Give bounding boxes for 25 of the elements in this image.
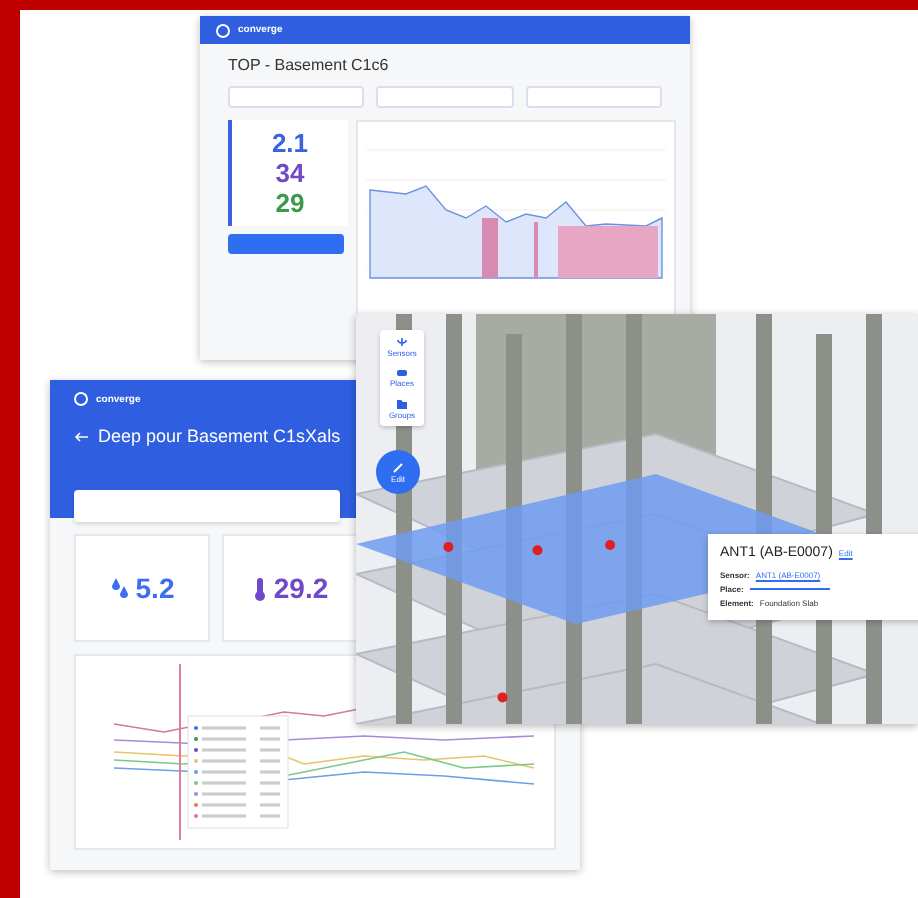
stat-value: 5.2: [135, 572, 175, 604]
sensor-select[interactable]: [74, 490, 340, 522]
back-arrow-icon[interactable]: [74, 431, 88, 441]
logo-icon: [216, 23, 230, 37]
stat-value: 29: [275, 188, 305, 218]
logo-icon: [74, 392, 88, 406]
date-range-field[interactable]: [525, 86, 662, 108]
page-title: TOP - Basement C1c6: [228, 56, 391, 74]
alert-period-bar: [558, 226, 658, 278]
field-link[interactable]: [749, 588, 830, 590]
download-button[interactable]: [228, 234, 344, 254]
thermometer-icon: [251, 575, 268, 601]
pencil-icon: [392, 461, 404, 473]
place-icon: [395, 368, 408, 378]
period-select[interactable]: [376, 86, 514, 108]
metric-select[interactable]: [228, 86, 365, 108]
stat-value: 2.1: [271, 128, 309, 158]
stat-value: 34: [275, 158, 305, 188]
chart-tooltip: [187, 715, 289, 829]
page-title: Deep pour Basement C1sXals: [98, 426, 341, 446]
alert-period-bar: [482, 218, 498, 278]
folder-icon: [396, 398, 408, 410]
sensor-icon: [396, 336, 408, 348]
droplets-icon: [109, 576, 130, 600]
stat-value: 29.2: [273, 572, 329, 604]
